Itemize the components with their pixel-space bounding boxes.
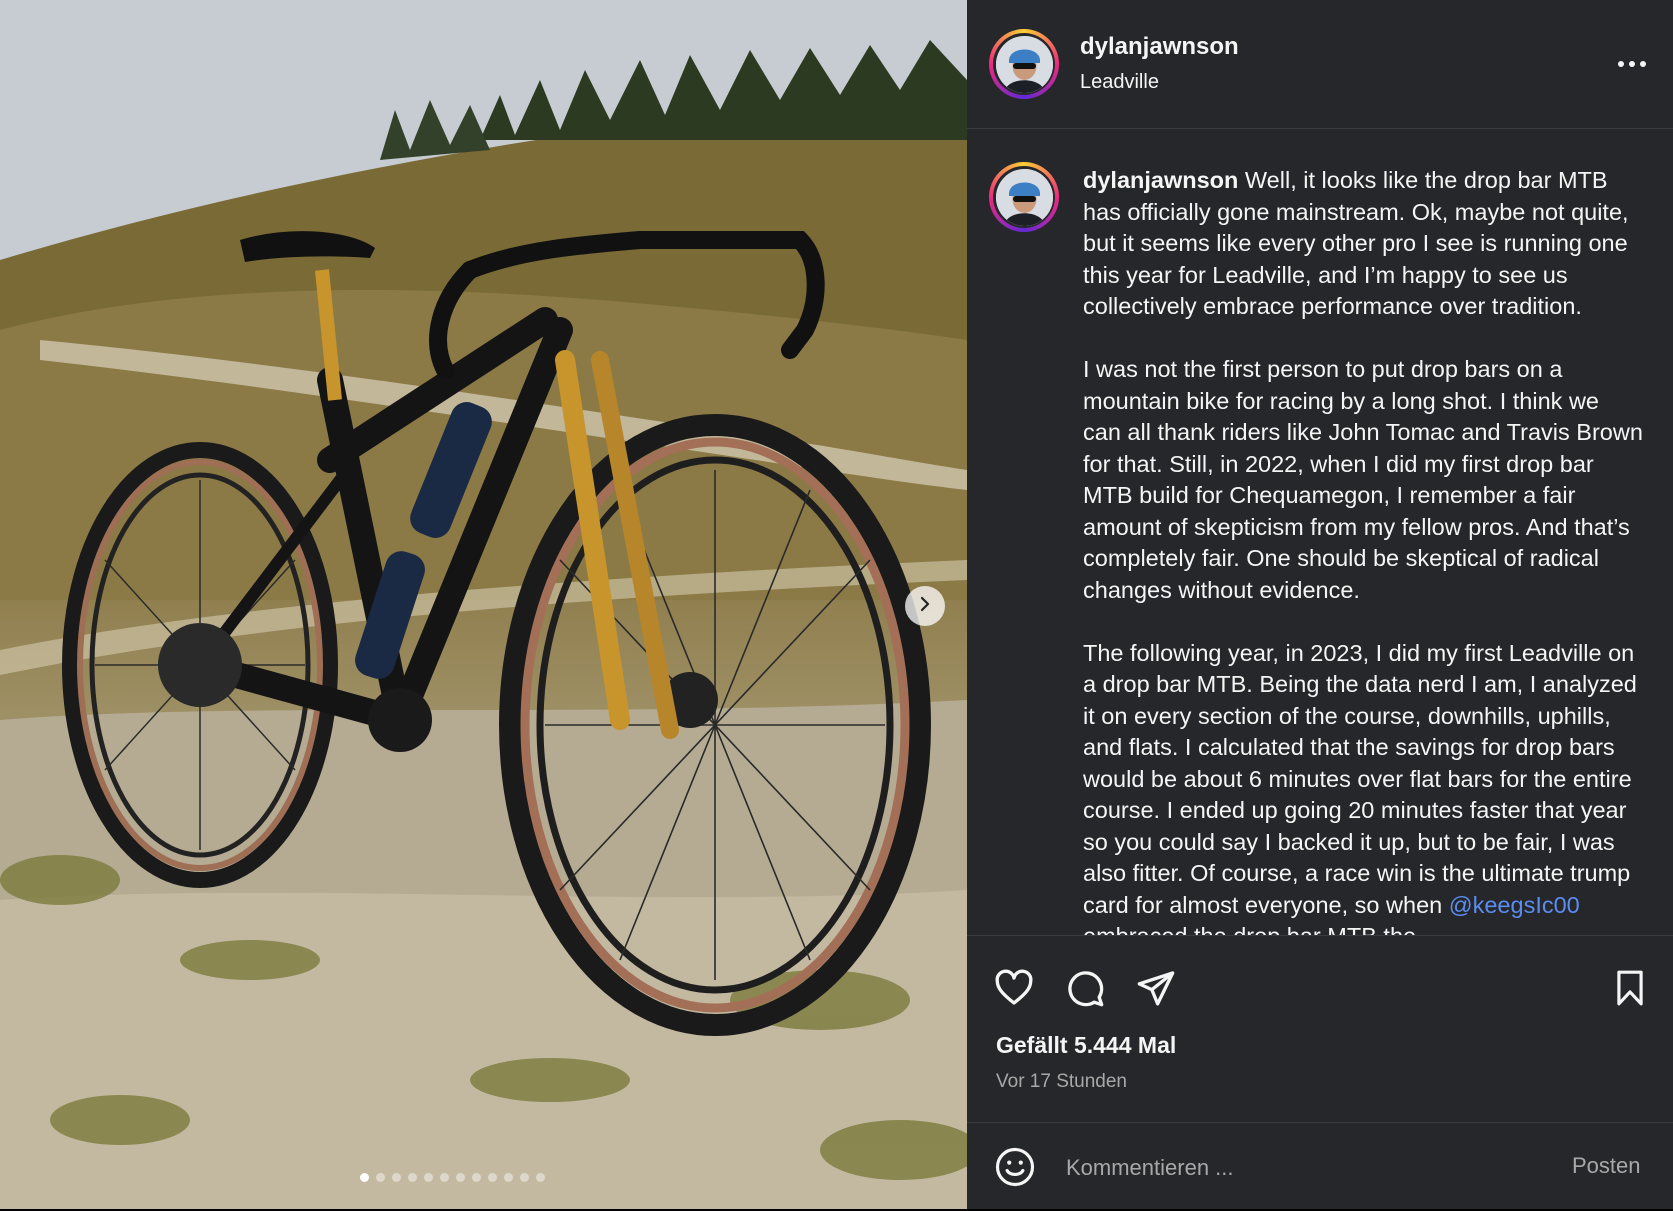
dot-icon [1629, 61, 1635, 67]
carousel-dot [376, 1172, 385, 1182]
caption-username[interactable]: dylanjawnson [1083, 167, 1238, 193]
post-details-panel: dylanjawnson Leadville dylanjawnson Well… [967, 0, 1673, 1209]
carousel-dot [424, 1172, 433, 1182]
post-location[interactable]: Leadville [1080, 71, 1159, 94]
caption-text: embraced the drop bar MTB the [1083, 923, 1416, 935]
post-author-username[interactable]: dylanjawnson [1080, 33, 1239, 61]
carousel-dot [504, 1172, 513, 1182]
smiley-icon[interactable] [994, 1146, 1036, 1192]
comment-bubble-icon[interactable] [1064, 968, 1106, 1012]
mention-link[interactable]: @keegsIc00 [1449, 892, 1580, 918]
comment-input[interactable] [1064, 1147, 1518, 1189]
post-comment-button[interactable]: Posten [1572, 1153, 1641, 1179]
carousel-next-button[interactable] [905, 586, 945, 626]
like-count[interactable]: Gefällt 5.444 Mal [996, 1032, 1176, 1059]
chevron-right-icon [916, 595, 934, 617]
caption-text: The following year, in 2023, I did my fi… [1083, 639, 1637, 918]
avatar[interactable] [989, 29, 1059, 99]
carousel-dot [440, 1172, 449, 1182]
carousel-dot [536, 1172, 545, 1182]
comment-composer: Posten [967, 1122, 1673, 1211]
caption-avatar[interactable] [989, 162, 1059, 232]
heart-icon[interactable] [993, 968, 1035, 1012]
dot-icon [1618, 61, 1624, 67]
caption-scroll-area[interactable]: dylanjawnson Well, it looks like the dro… [967, 129, 1673, 935]
carousel-dot [392, 1172, 401, 1182]
post-timestamp[interactable]: Vor 17 Stunden [996, 1071, 1127, 1093]
more-options-button[interactable] [1607, 50, 1657, 78]
post-caption: dylanjawnson Well, it looks like the dro… [1083, 165, 1643, 935]
carousel-dot [520, 1172, 529, 1182]
carousel-dot [360, 1172, 369, 1182]
post-actions: Gefällt 5.444 Mal Vor 17 Stunden Posten [967, 935, 1673, 1210]
caption-text: when [1386, 891, 1449, 918]
carousel-dot [408, 1172, 417, 1182]
caption-paragraph: I was not the first person to put drop b… [1083, 356, 1643, 603]
carousel-indicator [360, 1172, 545, 1182]
caption-paragraph: dylanjawnson Well, it looks like the dro… [1083, 165, 1643, 323]
bookmark-icon[interactable] [1611, 968, 1649, 1012]
carousel-dot [472, 1172, 481, 1182]
dot-icon [1640, 61, 1646, 67]
carousel-dot [488, 1172, 497, 1182]
post-header: dylanjawnson Leadville [967, 0, 1673, 129]
post-image[interactable] [0, 0, 967, 1209]
mountain-bike-photo [0, 0, 967, 1209]
carousel-dot [456, 1172, 465, 1182]
caption-paragraph: The following year, in 2023, I did my fi… [1083, 638, 1643, 936]
paper-plane-icon[interactable] [1135, 968, 1177, 1012]
